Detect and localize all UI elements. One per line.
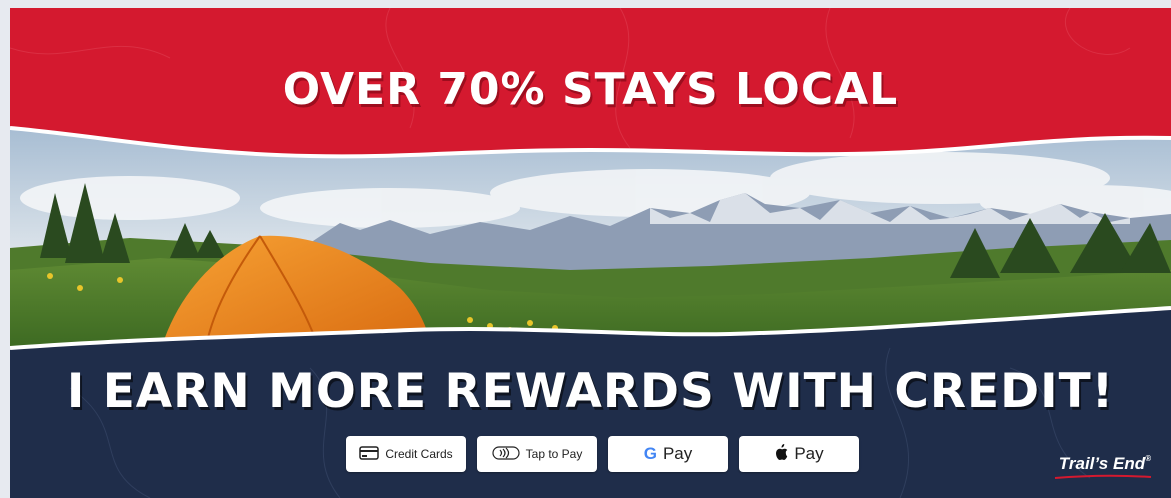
google-pay-badge: G Pay xyxy=(608,436,728,472)
apple-pay-badge: Pay xyxy=(739,436,859,472)
apple-icon xyxy=(774,443,788,465)
headline-bottom: I EARN MORE REWARDS WITH CREDIT! xyxy=(66,364,1115,419)
apple-pay-label: Pay xyxy=(794,444,824,463)
payment-methods: Credit Cards Tap to Pay G Pay Pay xyxy=(346,436,859,472)
tap-to-pay-badge: Tap to Pay xyxy=(477,436,597,472)
google-g-icon: G xyxy=(643,444,657,463)
contactless-icon xyxy=(492,445,520,464)
headline-top: OVER 70% STAYS LOCAL xyxy=(282,64,899,115)
credit-cards-badge: Credit Cards xyxy=(346,436,466,472)
logo-registered-mark: ® xyxy=(1145,454,1151,463)
logo-text: Trail’s End xyxy=(1058,454,1146,473)
logo-swoosh xyxy=(1054,474,1152,479)
google-pay-label: Pay xyxy=(662,444,693,463)
credit-card-icon xyxy=(359,445,380,463)
banner: OVER 70% STAYS LOCAL I EARN MORE REWARDS… xyxy=(0,0,1171,498)
banner-frame: OVER 70% STAYS LOCAL I EARN MORE REWARDS… xyxy=(10,8,1171,498)
credit-cards-label: Credit Cards xyxy=(385,447,453,461)
tap-to-pay-label: Tap to Pay xyxy=(525,447,583,461)
trails-end-logo: Trail’s End® xyxy=(1059,454,1151,474)
